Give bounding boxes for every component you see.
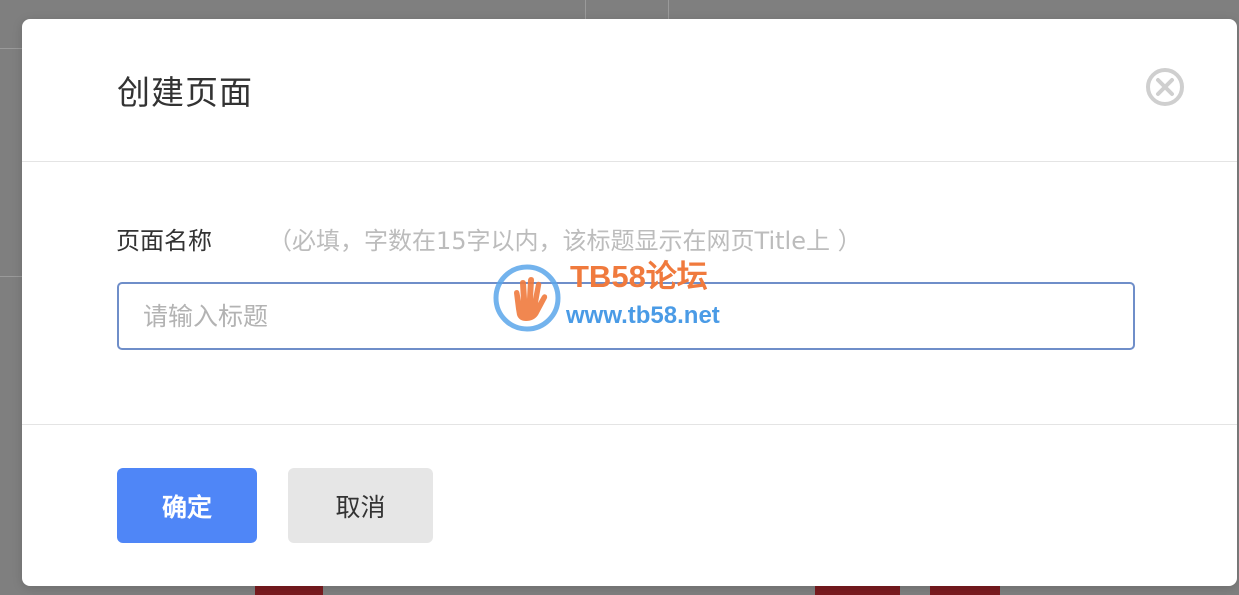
page-name-hint: （必填，字数在15字以内，该标题显示在网页Title上 ） <box>268 227 862 255</box>
footer-divider <box>22 424 1237 425</box>
background-divider <box>0 48 22 49</box>
cancel-button[interactable]: 取消 <box>288 468 433 543</box>
create-page-dialog: 创建页面 页面名称 （必填，字数在15字以内，该标题显示在网页Title上 ） … <box>22 19 1237 586</box>
background-image-fragment <box>255 586 323 595</box>
background-divider <box>585 0 586 19</box>
background-image-fragment <box>815 586 900 595</box>
close-icon[interactable] <box>1145 67 1185 107</box>
page-title-input[interactable] <box>117 282 1135 350</box>
background-divider <box>0 276 22 277</box>
confirm-button[interactable]: 确定 <box>117 468 257 543</box>
dialog-title: 创建页面 <box>117 73 253 112</box>
background-image-fragment <box>930 586 1000 595</box>
background-divider <box>668 0 669 19</box>
header-divider <box>22 161 1237 162</box>
page-name-label: 页面名称 <box>116 227 212 255</box>
